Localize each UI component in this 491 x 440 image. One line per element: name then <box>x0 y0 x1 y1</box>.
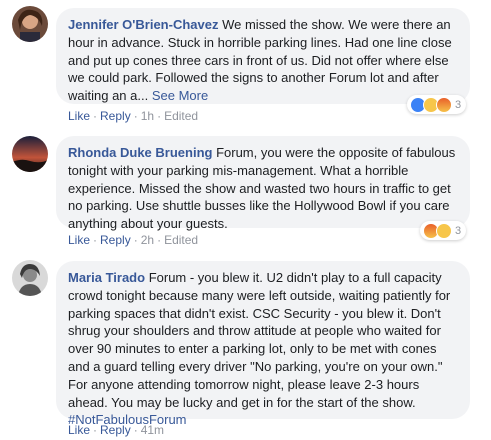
comment-text-line: no parking. Use shuttle busses like the … <box>68 198 450 214</box>
edited-label[interactable]: Edited <box>164 109 198 123</box>
like-link[interactable]: Like <box>68 109 90 123</box>
reply-link[interactable]: Reply <box>100 109 131 123</box>
comment-text-line: and put up cones three cars in front of … <box>68 52 449 68</box>
comment-text-line: we could park. Followed the signs to ano… <box>68 70 439 86</box>
angry-icon <box>436 96 452 113</box>
reactions-summary[interactable]: 3 <box>407 95 467 114</box>
reaction-count: 3 <box>455 224 462 237</box>
comment-text-line: crowd tonight because many were left out… <box>68 287 451 303</box>
comment-bubble: Maria Tirado Forum - you blew it. U2 did… <box>56 261 470 427</box>
comment-text-line: For anyone attending tomorrow night, ple… <box>68 376 420 392</box>
see-more-link[interactable]: See More <box>152 88 208 103</box>
avatar[interactable] <box>12 260 48 296</box>
comment-bubble: Rhonda Duke Bruening Forum, you were the… <box>56 136 470 232</box>
comment-actions: Like · Reply · 2h · Edited <box>68 233 199 247</box>
avatar[interactable] <box>12 6 48 42</box>
edited-label[interactable]: Edited <box>164 233 198 247</box>
comment-author[interactable]: Jennifer O'Brien-Chavez <box>68 17 218 32</box>
reply-link[interactable]: Reply <box>100 423 131 437</box>
timestamp[interactable]: 41m <box>141 423 164 437</box>
comment-text-line: and a guard telling every driver "No par… <box>68 358 443 374</box>
comment-text-line: We missed the show. We were there an <box>222 17 451 32</box>
timestamp[interactable]: 1h <box>141 109 154 123</box>
sad-icon <box>436 222 452 239</box>
like-link[interactable]: Like <box>68 423 90 437</box>
comment-text-line: experience. Missed the show and wasted t… <box>68 180 451 196</box>
comment-bubble: Jennifer O'Brien-Chavez We missed the sh… <box>56 8 470 104</box>
reaction-count: 3 <box>455 98 462 111</box>
comment-text-line: Forum - you blew it. U2 didn't play to a… <box>148 270 442 285</box>
comment-author[interactable]: Maria Tirado <box>68 270 145 285</box>
comment-actions: Like · Reply · 41m <box>68 423 165 437</box>
comment-text-line: ahead. You may be lucky and get in for t… <box>68 394 416 410</box>
comment-actions: Like · Reply · 1h · Edited <box>68 109 199 123</box>
like-link[interactable]: Like <box>68 233 90 247</box>
reactions-summary[interactable]: 3 <box>420 221 467 240</box>
comment-author[interactable]: Rhonda Duke Bruening <box>68 145 212 160</box>
timestamp[interactable]: 2h <box>141 233 154 247</box>
comment-text-line: waiting an a... <box>68 88 149 104</box>
comment-text-line: tonight with your parking mis-management… <box>68 162 409 178</box>
comment-text-line: Forum, you were the opposite of fabulous <box>216 145 456 160</box>
comment-text-line: hour in advance. Stuck in horrible parki… <box>68 34 452 50</box>
reply-link[interactable]: Reply <box>100 233 131 247</box>
comment-text-line: shrug your shoulders and throw attitude … <box>68 323 441 339</box>
comment-text-line: anything about your guests. <box>68 216 228 232</box>
comment-text-line: parking spaces that didn't exist. CSC Se… <box>68 305 441 321</box>
comment-text-line: over 90 minutes to enter a parking lot, … <box>68 341 437 357</box>
avatar[interactable] <box>12 136 48 172</box>
